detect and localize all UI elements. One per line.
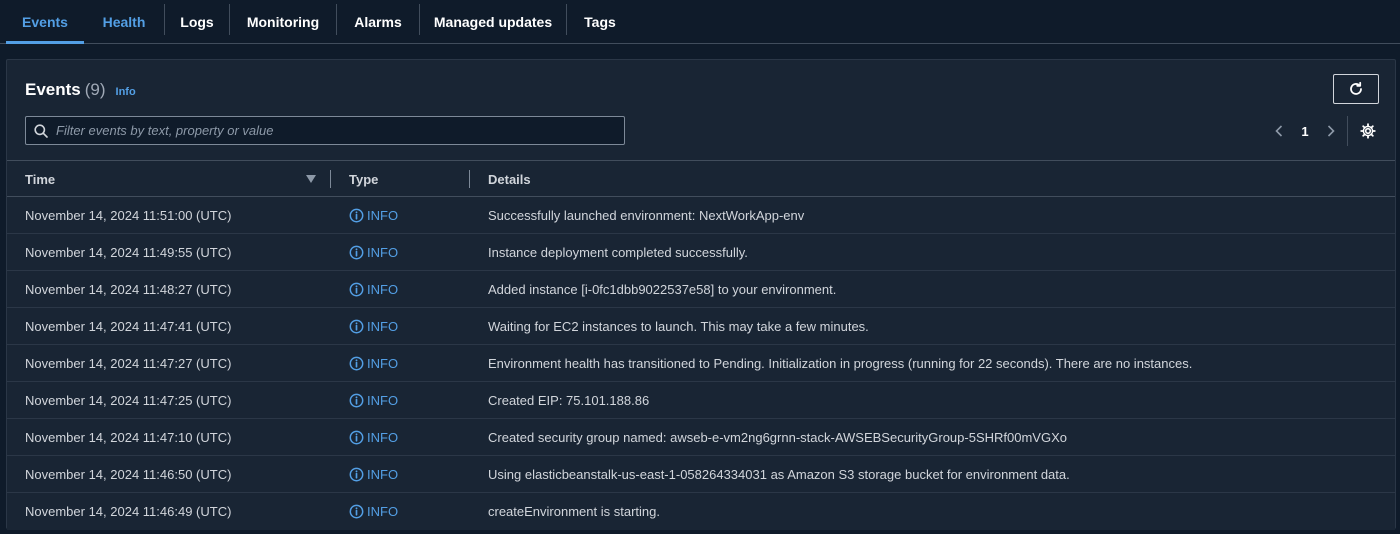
table-body: November 14, 2024 11:51:00 (UTC) INFO Succ… bbox=[7, 197, 1395, 530]
event-type: INFO bbox=[349, 271, 398, 307]
event-type: INFO bbox=[349, 493, 398, 529]
table-row: November 14, 2024 11:49:55 (UTC) INFO Inst… bbox=[7, 234, 1395, 271]
event-details: Created security group named: awseb-e-vm… bbox=[488, 429, 1067, 445]
search-icon bbox=[34, 123, 48, 138]
tab-monitoring[interactable]: Monitoring bbox=[230, 0, 336, 43]
event-type: INFO bbox=[349, 197, 398, 233]
panel-title: Events bbox=[25, 80, 81, 99]
column-header-type[interactable]: Type bbox=[349, 161, 378, 197]
table-row: November 14, 2024 11:46:49 (UTC) INFO crea… bbox=[7, 493, 1395, 530]
table-row: November 14, 2024 11:46:50 (UTC) INFO Usin… bbox=[7, 456, 1395, 493]
event-type: INFO bbox=[349, 382, 398, 418]
info-icon bbox=[349, 245, 364, 259]
gear-icon bbox=[1360, 123, 1376, 139]
preferences-button[interactable] bbox=[1357, 118, 1379, 144]
next-page-button[interactable] bbox=[1323, 117, 1339, 145]
event-time: November 14, 2024 11:47:41 (UTC) bbox=[25, 318, 232, 334]
info-icon bbox=[349, 430, 364, 444]
event-type: INFO bbox=[349, 456, 398, 492]
event-details: Environment health has transitioned to P… bbox=[488, 355, 1193, 371]
tab-label: Events bbox=[22, 13, 68, 30]
event-type-label: INFO bbox=[367, 281, 399, 297]
event-type-label: INFO bbox=[367, 503, 399, 519]
tab-label: Managed updates bbox=[433, 13, 553, 30]
event-details: Created EIP: 75.101.188.86 bbox=[488, 392, 650, 408]
event-time: November 14, 2024 11:49:55 (UTC) bbox=[25, 244, 232, 260]
event-time: November 14, 2024 11:46:49 (UTC) bbox=[25, 503, 232, 519]
event-type-label: INFO bbox=[367, 244, 399, 260]
tab-alarms[interactable]: Alarms bbox=[337, 0, 419, 43]
info-icon bbox=[349, 467, 364, 481]
table-row: November 14, 2024 11:47:25 (UTC) INFO Crea… bbox=[7, 382, 1395, 419]
table-row: November 14, 2024 11:47:27 (UTC) INFO Envi… bbox=[7, 345, 1395, 382]
event-type: INFO bbox=[349, 234, 398, 270]
table-row: November 14, 2024 11:47:10 (UTC) INFO Crea… bbox=[7, 419, 1395, 456]
table-row: November 14, 2024 11:51:00 (UTC) INFO Succ… bbox=[7, 197, 1395, 234]
chevron-right-icon bbox=[1327, 125, 1335, 137]
event-details: Successfully launched environment: NextW… bbox=[488, 207, 805, 223]
events-panel: Events (9) Info 1 bbox=[6, 59, 1396, 530]
column-header-time[interactable]: Time bbox=[25, 161, 55, 197]
info-icon bbox=[349, 208, 364, 222]
info-icon bbox=[349, 319, 364, 333]
refresh-icon bbox=[1350, 81, 1362, 95]
event-type: INFO bbox=[349, 345, 398, 381]
event-type-label: INFO bbox=[367, 429, 399, 445]
events-table: Time Type Details November 14, 2024 11:5… bbox=[7, 160, 1395, 530]
sort-descending-icon[interactable] bbox=[306, 175, 316, 183]
event-time: November 14, 2024 11:47:10 (UTC) bbox=[25, 429, 232, 445]
chevron-left-icon bbox=[1275, 125, 1283, 137]
table-row: November 14, 2024 11:48:27 (UTC) INFO Adde… bbox=[7, 271, 1395, 308]
panel-header: Events (9) Info bbox=[25, 80, 136, 100]
event-count: (9) bbox=[84, 80, 106, 99]
event-time: November 14, 2024 11:48:27 (UTC) bbox=[25, 281, 232, 297]
column-resizer[interactable] bbox=[330, 170, 331, 188]
event-type: INFO bbox=[349, 419, 398, 455]
tab-managed-updates[interactable]: Managed updates bbox=[420, 0, 566, 43]
info-icon bbox=[349, 356, 364, 370]
event-time: November 14, 2024 11:47:27 (UTC) bbox=[25, 355, 232, 371]
event-type-label: INFO bbox=[367, 207, 399, 223]
refresh-button[interactable] bbox=[1333, 74, 1379, 104]
search-box bbox=[25, 116, 625, 145]
event-details: Using elasticbeanstalk-us-east-1-0582643… bbox=[488, 466, 1070, 482]
info-link[interactable]: Info bbox=[116, 86, 136, 98]
tab-label: Logs bbox=[180, 13, 214, 30]
column-resizer[interactable] bbox=[469, 170, 470, 188]
previous-page-button[interactable] bbox=[1271, 117, 1287, 145]
info-icon bbox=[349, 393, 364, 407]
event-type: INFO bbox=[349, 308, 398, 344]
tab-label: Alarms bbox=[354, 13, 402, 30]
search-input[interactable] bbox=[54, 122, 624, 139]
event-time: November 14, 2024 11:47:25 (UTC) bbox=[25, 392, 232, 408]
tab-bar: Events Health Logs Monitoring Alarms Man… bbox=[0, 0, 1400, 44]
event-details: Waiting for EC2 instances to launch. Thi… bbox=[488, 318, 869, 334]
event-time: November 14, 2024 11:51:00 (UTC) bbox=[25, 207, 232, 223]
table-row: November 14, 2024 11:47:41 (UTC) INFO Wait… bbox=[7, 308, 1395, 345]
event-type-label: INFO bbox=[367, 355, 399, 371]
pagination: 1 bbox=[1271, 117, 1339, 145]
event-details: createEnvironment is starting. bbox=[488, 503, 660, 519]
event-type-label: INFO bbox=[367, 466, 399, 482]
tab-label: Health bbox=[102, 13, 146, 30]
info-icon bbox=[349, 504, 364, 518]
event-time: November 14, 2024 11:46:50 (UTC) bbox=[25, 466, 232, 482]
tab-label: Monitoring bbox=[246, 13, 320, 30]
tab-logs[interactable]: Logs bbox=[165, 0, 229, 43]
table-header: Time Type Details bbox=[7, 160, 1395, 197]
tab-events[interactable]: Events bbox=[6, 0, 84, 44]
page-number[interactable]: 1 bbox=[1287, 124, 1323, 139]
event-type-label: INFO bbox=[367, 392, 399, 408]
event-details: Added instance [i-0fc1dbb9022537e58] to … bbox=[488, 281, 837, 297]
pager-divider bbox=[1347, 116, 1348, 146]
event-details: Instance deployment completed successful… bbox=[488, 244, 748, 260]
column-header-details[interactable]: Details bbox=[488, 161, 531, 197]
event-type-label: INFO bbox=[367, 318, 399, 334]
tab-health[interactable]: Health bbox=[84, 0, 164, 43]
info-icon bbox=[349, 282, 364, 296]
tab-label: Tags bbox=[584, 13, 616, 30]
tab-tags[interactable]: Tags bbox=[567, 0, 633, 43]
